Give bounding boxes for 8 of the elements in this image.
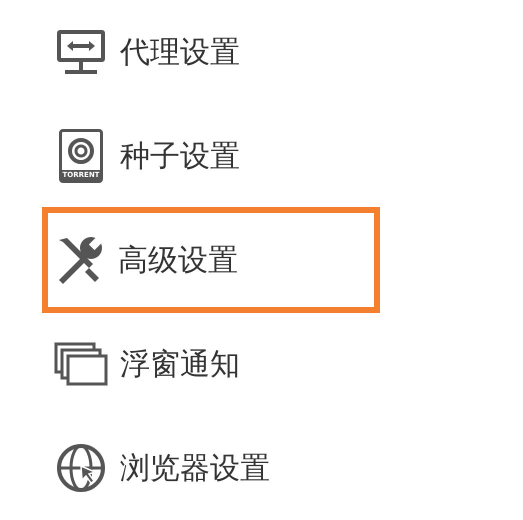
menu-item-label[interactable]: 种子设置 [120,134,240,178]
menu-item-label[interactable]: 代理设置 [120,30,240,74]
menu-item-label[interactable]: 浮窗通知 [120,342,240,386]
menu-item-label[interactable]: 浏览器设置 [120,446,270,490]
windows-stack-icon [54,342,108,386]
globe-cursor-icon [55,442,107,494]
menu-item-label[interactable]: 高级设置 [118,238,238,282]
monitor-icon [55,28,107,76]
